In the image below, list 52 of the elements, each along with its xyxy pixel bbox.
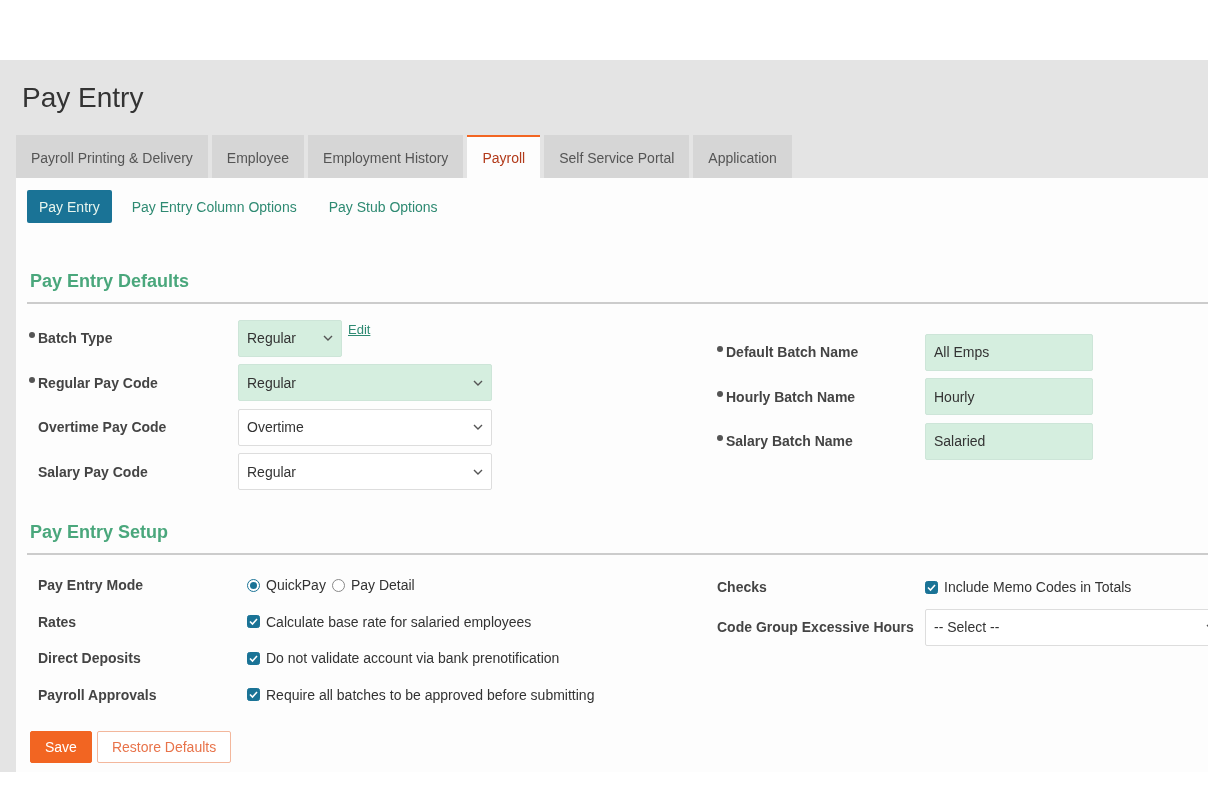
radio-button[interactable] <box>247 578 260 592</box>
field-label: Default Batch Name <box>726 344 859 361</box>
select-field[interactable]: Regular <box>238 364 492 402</box>
checkbox[interactable] <box>247 615 260 629</box>
field-label: Salary Pay Code <box>38 463 148 480</box>
select-field[interactable]: Regular <box>238 453 492 491</box>
radio-label: QuickPay <box>266 577 326 594</box>
page-title: Pay Entry <box>21 81 145 115</box>
chevron-down-icon <box>473 424 483 431</box>
field-label: Checks <box>717 579 767 595</box>
field-label: Hourly Batch Name <box>726 388 856 405</box>
chevron-down-icon <box>473 379 483 386</box>
field-label: Overtime Pay Code <box>38 419 167 436</box>
sub-tab[interactable]: Pay Entry <box>27 190 112 223</box>
save-button[interactable]: Save <box>30 731 92 763</box>
tab[interactable]: Employee <box>211 135 305 178</box>
tab[interactable]: Self Service Portal <box>544 135 690 178</box>
checkbox-label: Calculate base rate for salaried employees <box>266 613 532 630</box>
tab[interactable]: Payroll <box>467 135 541 178</box>
field-label: Code Group Excessive Hours <box>717 619 914 635</box>
checkbox-label: Include Memo Codes in Totals <box>944 579 1132 595</box>
restore-defaults-button[interactable]: Restore Defaults <box>96 731 232 763</box>
checkbox-label: Do not validate account via bank prenotification <box>266 650 560 667</box>
section-title: Pay Entry Setup <box>27 522 1208 555</box>
select-field[interactable]: Regular <box>238 319 342 357</box>
checkbox[interactable] <box>247 651 260 665</box>
field-label: Regular Pay Code <box>38 374 158 391</box>
select-field[interactable]: -- Select -- <box>925 608 1208 646</box>
chevron-down-icon <box>323 335 333 342</box>
sub-tab[interactable]: Pay Stub Options <box>316 190 450 223</box>
checkbox-label: Require all batches to be approved before submitting <box>266 686 595 703</box>
field-label: Rates <box>38 613 77 630</box>
field-label: Batch Type <box>38 330 113 347</box>
radio-label: Pay Detail <box>350 577 415 594</box>
chevron-down-icon <box>473 468 483 475</box>
field-label: Salary Batch Name <box>726 433 853 450</box>
tab[interactable]: Application <box>693 135 792 178</box>
text-field[interactable]: Salaried <box>925 422 1093 460</box>
section-title: Pay Entry Defaults <box>27 271 1208 304</box>
tab[interactable]: Employment History <box>308 135 464 178</box>
checkbox[interactable] <box>925 580 938 594</box>
select-field[interactable]: Overtime <box>238 408 492 446</box>
field-label: Payroll Approvals <box>38 686 157 703</box>
tab[interactable]: Payroll Printing & Delivery <box>16 135 208 178</box>
text-field[interactable]: All Emps <box>925 333 1093 371</box>
checkbox[interactable] <box>247 688 260 702</box>
sub-tab[interactable]: Pay Entry Column Options <box>119 190 309 223</box>
field-label: Direct Deposits <box>38 650 141 667</box>
radio-button[interactable] <box>331 578 345 592</box>
edit-link[interactable]: Edit <box>348 322 371 337</box>
field-label: Pay Entry Mode <box>38 577 144 594</box>
text-field[interactable]: Hourly <box>925 378 1093 416</box>
